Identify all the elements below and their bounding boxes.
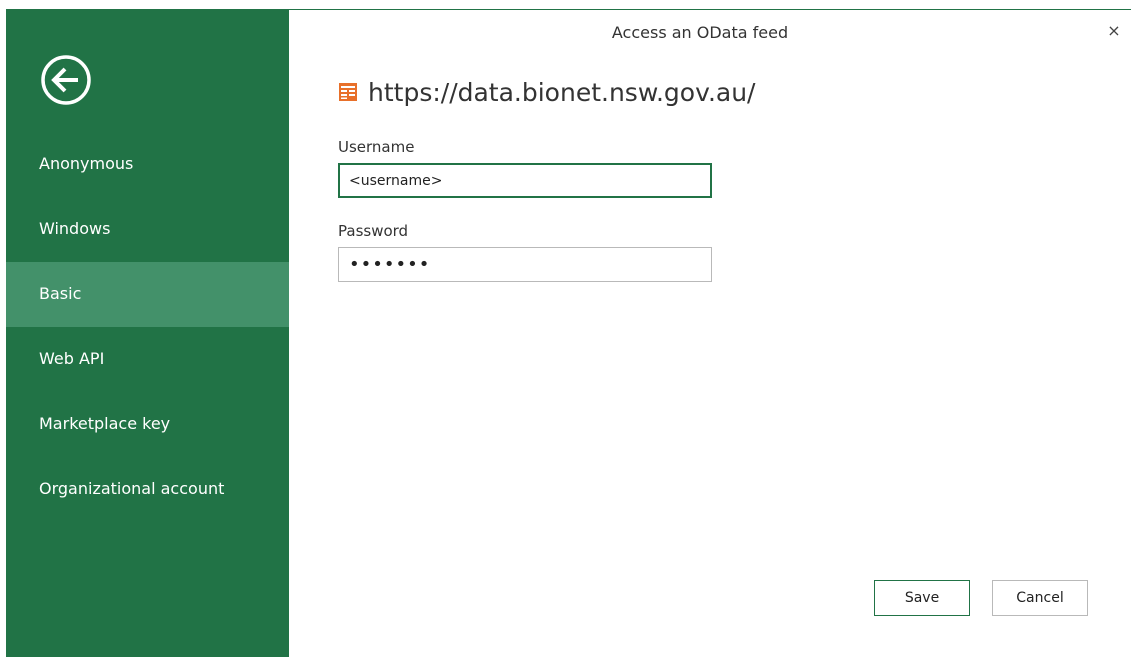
back-button[interactable]	[40, 54, 92, 106]
password-input[interactable]	[338, 247, 712, 282]
back-arrow-circle-icon	[41, 55, 91, 105]
username-input[interactable]	[338, 163, 712, 198]
auth-method-organizational-account[interactable]: Organizational account	[6, 457, 289, 522]
auth-method-basic[interactable]: Basic	[6, 262, 289, 327]
password-label: Password	[338, 222, 409, 240]
auth-method-list: Anonymous Windows Basic Web API Marketpl…	[6, 132, 289, 522]
auth-method-web-api[interactable]: Web API	[6, 327, 289, 392]
title-divider	[289, 9, 1131, 10]
auth-method-anonymous[interactable]: Anonymous	[6, 132, 289, 197]
close-button[interactable]: ×	[1104, 21, 1124, 41]
odata-credentials-dialog: Anonymous Windows Basic Web API Marketpl…	[0, 0, 1131, 657]
save-button[interactable]: Save	[874, 580, 970, 616]
username-label: Username	[338, 138, 415, 156]
cancel-button[interactable]: Cancel	[992, 580, 1088, 616]
dialog-title: Access an OData feed	[611, 23, 789, 42]
feed-url-header: https://data.bionet.nsw.gov.au/	[338, 74, 755, 110]
auth-method-sidebar: Anonymous Windows Basic Web API Marketpl…	[6, 9, 289, 657]
auth-method-marketplace-key[interactable]: Marketplace key	[6, 392, 289, 457]
feed-url: https://data.bionet.nsw.gov.au/	[368, 77, 756, 107]
odata-feed-icon	[339, 83, 357, 101]
close-icon: ×	[1107, 21, 1121, 40]
auth-method-windows[interactable]: Windows	[6, 197, 289, 262]
